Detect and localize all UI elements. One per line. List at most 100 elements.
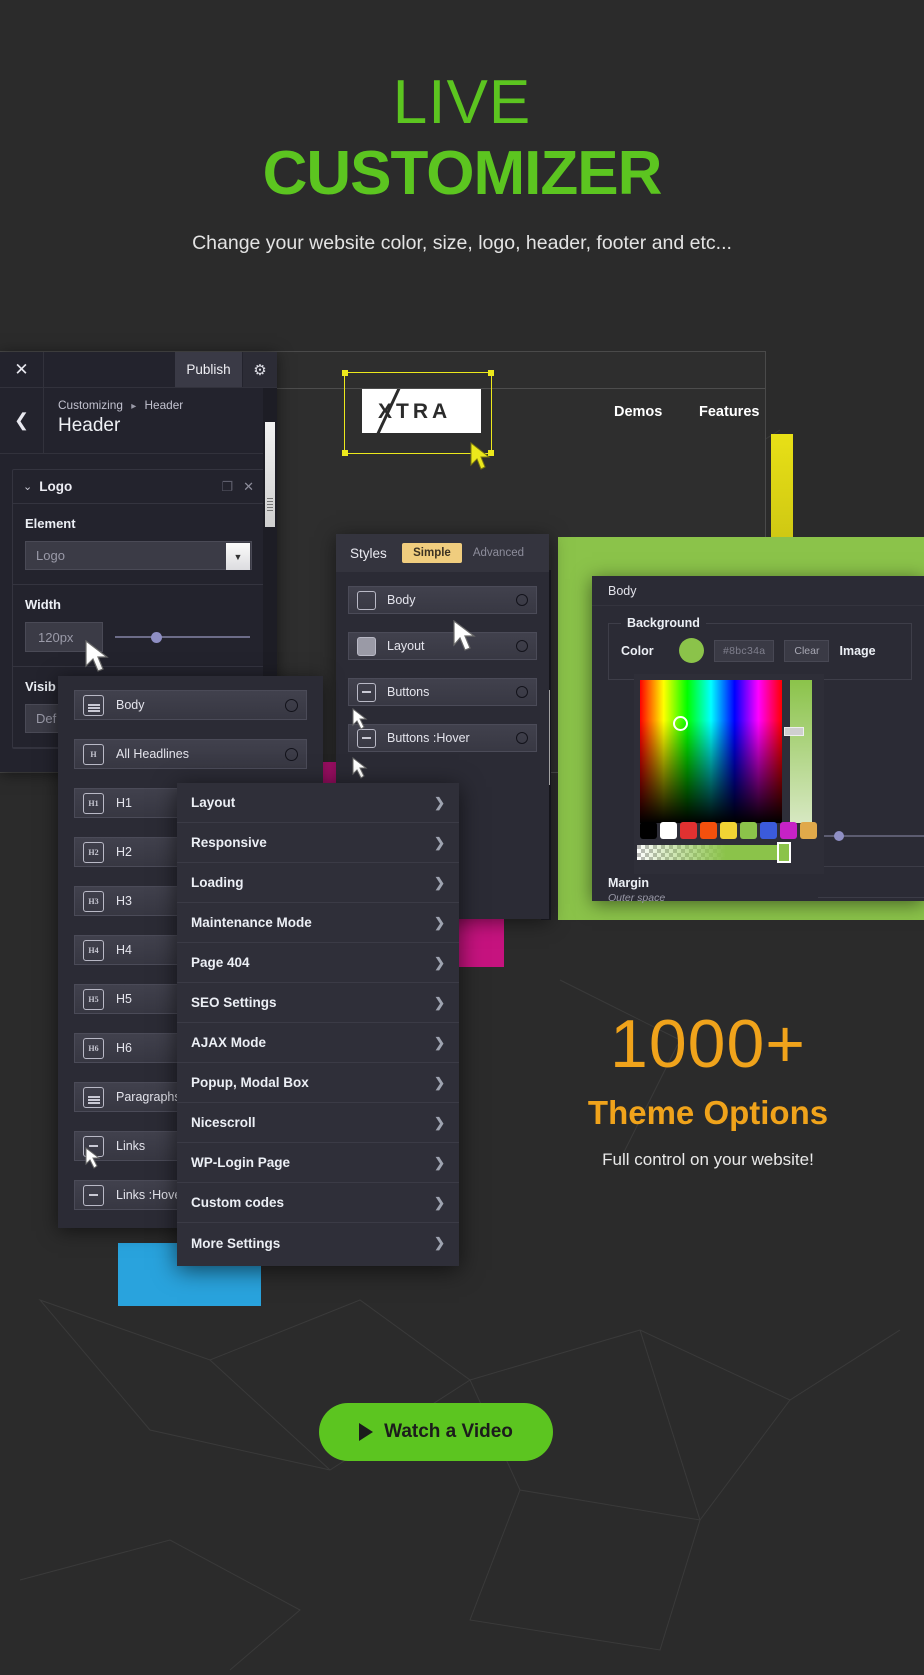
element-select[interactable]: Logo ▼ bbox=[25, 541, 252, 570]
chevron-right-icon: ❯ bbox=[434, 834, 445, 850]
panel-divider bbox=[818, 897, 924, 898]
list-item-label: All Headlines bbox=[116, 747, 189, 761]
radio-toggle[interactable] bbox=[516, 594, 528, 606]
image-label[interactable]: Image bbox=[839, 644, 875, 658]
square-filled-icon bbox=[357, 636, 376, 656]
hex-input[interactable]: #8bc34a bbox=[714, 639, 775, 662]
menu-item-seo-settings[interactable]: SEO Settings ❯ bbox=[177, 983, 459, 1023]
alpha-slider[interactable] bbox=[637, 845, 785, 860]
menu-item-label: Layout bbox=[191, 795, 236, 810]
nav-item-demos[interactable]: Demos bbox=[614, 404, 662, 420]
swatch-yellow[interactable] bbox=[720, 822, 737, 839]
mouse-cursor-links bbox=[85, 1147, 101, 1169]
swatch-green[interactable] bbox=[740, 822, 757, 839]
paragraph-lines-icon bbox=[83, 694, 104, 716]
picker-handle[interactable] bbox=[673, 716, 688, 731]
wp-breadcrumb-row: ❮ Customizing ▸ Header Header bbox=[0, 388, 277, 454]
menu-item-layout[interactable]: Layout ❯ bbox=[177, 783, 459, 823]
swatch-magenta[interactable] bbox=[780, 822, 797, 839]
resize-handle-top-right[interactable] bbox=[488, 370, 494, 376]
list-item[interactable]: Buttons :Hover bbox=[348, 724, 537, 752]
clear-button[interactable]: Clear bbox=[784, 639, 830, 662]
field-element: Element Logo ▼ bbox=[13, 504, 264, 585]
menu-item-ajax-mode[interactable]: AJAX Mode ❯ bbox=[177, 1023, 459, 1063]
chevron-right-icon: ❯ bbox=[434, 1034, 445, 1050]
swatch-blue[interactable] bbox=[760, 822, 777, 839]
slider-knob[interactable] bbox=[834, 831, 844, 841]
radio-toggle[interactable] bbox=[285, 747, 298, 761]
list-item-label: Buttons bbox=[387, 685, 430, 699]
swatch-black[interactable] bbox=[640, 822, 657, 839]
list-item[interactable]: H All Headlines bbox=[74, 739, 307, 769]
mouse-cursor-styles bbox=[453, 620, 476, 651]
logo-wordmark: XTRA bbox=[378, 400, 452, 423]
promo-subtitle: Full control on your website! bbox=[602, 1150, 814, 1169]
swatch-orange[interactable] bbox=[700, 822, 717, 839]
link-dash-icon bbox=[83, 1184, 104, 1206]
chevron-down-icon[interactable]: ▼ bbox=[226, 543, 250, 570]
resize-handle-bottom-left[interactable] bbox=[342, 450, 348, 456]
radio-toggle[interactable] bbox=[285, 698, 298, 712]
menu-item-label: Loading bbox=[191, 875, 244, 890]
brightness-slider[interactable] bbox=[790, 680, 812, 823]
close-icon[interactable]: ✕ bbox=[243, 479, 254, 495]
paragraph-lines-icon bbox=[83, 1086, 104, 1108]
gear-icon[interactable]: ⚙ bbox=[242, 352, 277, 387]
menu-item-maintenance-mode[interactable]: Maintenance Mode ❯ bbox=[177, 903, 459, 943]
alpha-slider-handle[interactable] bbox=[777, 842, 791, 863]
menu-item-label: Popup, Modal Box bbox=[191, 1075, 309, 1090]
radio-toggle[interactable] bbox=[516, 686, 528, 698]
menu-item-loading[interactable]: Loading ❯ bbox=[177, 863, 459, 903]
width-slider[interactable] bbox=[115, 622, 252, 652]
tab-simple[interactable]: Simple bbox=[402, 543, 462, 563]
swatch-tan[interactable] bbox=[800, 822, 817, 839]
color-swatch-row bbox=[640, 822, 817, 839]
menu-item-nicescroll[interactable]: Nicescroll ❯ bbox=[177, 1103, 459, 1143]
breadcrumb-root[interactable]: Customizing bbox=[58, 398, 123, 412]
swatch-white[interactable] bbox=[660, 822, 677, 839]
mouse-cursor-buttons bbox=[352, 708, 368, 730]
radio-toggle[interactable] bbox=[516, 732, 528, 744]
tab-advanced[interactable]: Advanced bbox=[462, 543, 535, 563]
swatch-red[interactable] bbox=[680, 822, 697, 839]
breadcrumb-current: Header bbox=[144, 398, 184, 412]
list-item[interactable]: Body bbox=[74, 690, 307, 720]
logo-section-header[interactable]: ⌄ Logo ❐ ✕ bbox=[13, 470, 264, 504]
preview-block-yellow bbox=[771, 434, 793, 539]
list-item[interactable]: Buttons bbox=[348, 678, 537, 706]
menu-item-custom-codes[interactable]: Custom codes ❯ bbox=[177, 1183, 459, 1223]
copy-icon[interactable]: ❐ bbox=[221, 479, 233, 495]
menu-item-wp-login-page[interactable]: WP-Login Page ❯ bbox=[177, 1143, 459, 1183]
saturation-brightness-area[interactable] bbox=[640, 680, 782, 823]
element-select-value: Logo bbox=[36, 548, 65, 563]
slider-knob[interactable] bbox=[151, 632, 162, 643]
styles-panel-header: Styles Simple Advanced bbox=[336, 534, 549, 572]
settings-menu: Layout ❯ Responsive ❯ Loading ❯ Maintena… bbox=[177, 783, 459, 1266]
close-icon[interactable]: ✕ bbox=[0, 352, 44, 387]
publish-button[interactable]: Publish bbox=[175, 352, 242, 387]
menu-item-popup-modal-box[interactable]: Popup, Modal Box ❯ bbox=[177, 1063, 459, 1103]
color-picker[interactable] bbox=[634, 674, 824, 874]
list-item[interactable]: Body bbox=[348, 586, 537, 614]
color-label: Color bbox=[621, 643, 654, 658]
watch-video-button[interactable]: Watch a Video bbox=[319, 1403, 553, 1461]
chevron-right-icon: ❯ bbox=[434, 1114, 445, 1130]
color-swatch-button[interactable] bbox=[679, 638, 704, 663]
nav-item-features[interactable]: Features bbox=[699, 404, 759, 420]
chevron-right-icon: ❯ bbox=[434, 954, 445, 970]
menu-item-page-404[interactable]: Page 404 ❯ bbox=[177, 943, 459, 983]
site-logo[interactable]: XTRA bbox=[362, 389, 481, 433]
brightness-slider-handle[interactable] bbox=[784, 727, 804, 736]
resize-handle-top-left[interactable] bbox=[342, 370, 348, 376]
chevron-left-icon[interactable]: ❮ bbox=[0, 388, 44, 453]
menu-item-more-settings[interactable]: More Settings ❯ bbox=[177, 1223, 459, 1263]
heading-6-icon: H6 bbox=[83, 1037, 104, 1059]
radio-toggle[interactable] bbox=[516, 640, 528, 652]
menu-item-responsive[interactable]: Responsive ❯ bbox=[177, 823, 459, 863]
chevron-down-icon[interactable]: ⌄ bbox=[23, 480, 32, 493]
chevron-right-icon: ❯ bbox=[434, 874, 445, 890]
list-item[interactable]: Layout bbox=[348, 632, 537, 660]
square-outline-icon bbox=[357, 590, 376, 610]
visibility-select-value: Def bbox=[36, 711, 57, 726]
